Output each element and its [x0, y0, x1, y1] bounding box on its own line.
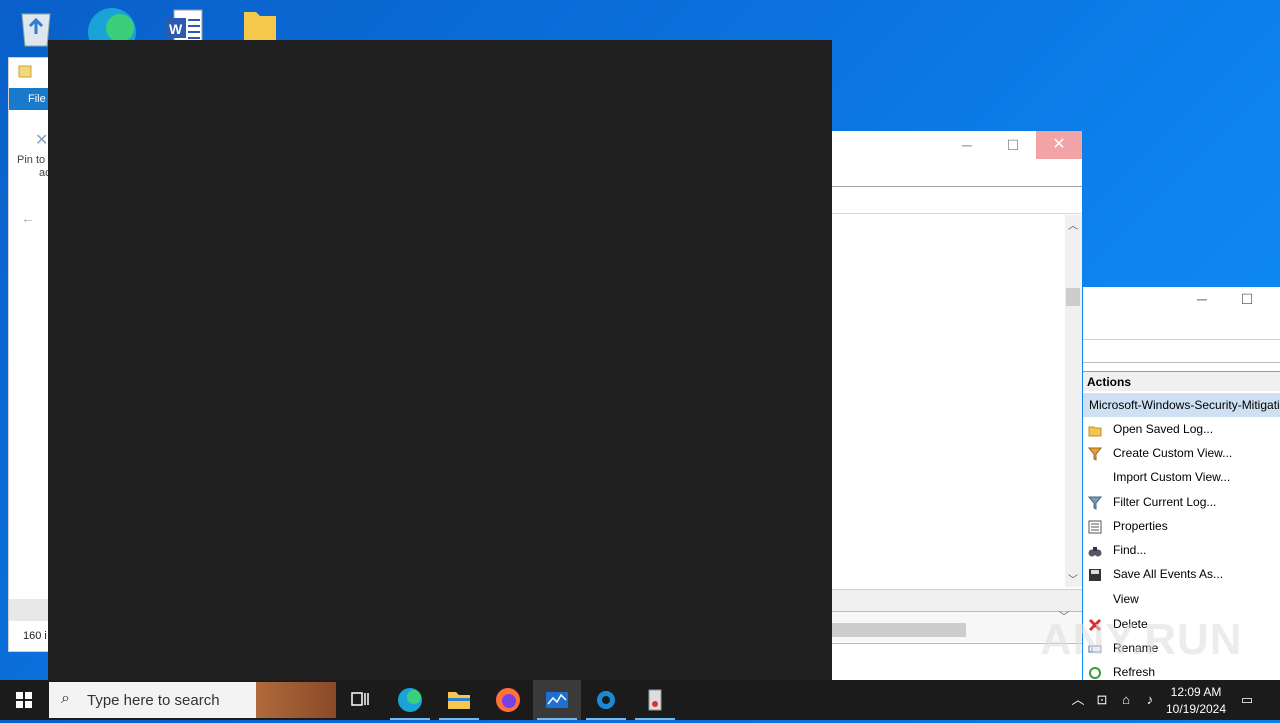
network-icon[interactable]: ⊡	[1094, 692, 1110, 708]
action-filter-current-log[interactable]: Filter Current Log...	[1083, 491, 1280, 513]
taskbar-app-tool[interactable]	[631, 680, 679, 720]
scrollbar-thumb[interactable]	[1066, 288, 1080, 306]
filter-icon	[1087, 495, 1103, 510]
toolbar-divider	[832, 213, 1082, 214]
action-properties[interactable]: Properties	[1083, 515, 1280, 537]
task-view-icon	[351, 692, 369, 706]
maximize-button[interactable]: ☐	[993, 131, 1033, 159]
refresh-icon	[1088, 665, 1102, 679]
edge-icon	[398, 688, 422, 712]
scroll-down-icon[interactable]: ﹀	[1068, 571, 1078, 586]
clock[interactable]: 12:09 AM 10/19/2024	[1163, 684, 1229, 718]
clock-time: 12:09 AM	[1170, 685, 1222, 699]
menu-divider	[1083, 339, 1280, 340]
search-highlight-image	[256, 682, 336, 718]
binoculars-icon	[1088, 543, 1102, 557]
search-icon: ⌕	[61, 690, 70, 707]
back-arrow-icon[interactable]: ←	[21, 210, 35, 226]
taskbar-firefox[interactable]	[484, 680, 532, 720]
clock-date: 10/19/2024	[1165, 702, 1227, 716]
folder-icon	[448, 692, 470, 709]
start-button[interactable]	[0, 680, 48, 720]
scroll-up-icon[interactable]: ︿	[1068, 217, 1078, 232]
taskbar-event-viewer[interactable]	[533, 680, 581, 720]
svg-text:W: W	[169, 21, 183, 37]
save-icon	[1088, 567, 1102, 581]
properties-icon	[1088, 519, 1102, 534]
action-label: Import Custom View...	[1113, 470, 1231, 484]
taskbar-app-gear[interactable]	[582, 680, 630, 720]
action-import-custom-view[interactable]: Import Custom View...	[1083, 466, 1280, 488]
task-view-button[interactable]	[336, 680, 384, 720]
ethernet-icon[interactable]: ⌂	[1118, 692, 1134, 708]
action-create-custom-view[interactable]: Create Custom View...	[1083, 442, 1280, 464]
toolbar-divider	[1083, 362, 1280, 363]
taskbar-file-explorer[interactable]	[435, 680, 483, 720]
volume-icon[interactable]: ♪	[1142, 692, 1158, 708]
watermark-logo: ANY.RUN	[1040, 615, 1243, 664]
event-viewer-icon	[546, 692, 568, 708]
details-bar	[832, 589, 1082, 612]
search-placeholder: Type here to search	[87, 692, 220, 709]
horizontal-scrollbar-thumb[interactable]	[832, 623, 966, 637]
black-window[interactable]	[48, 40, 832, 680]
folder-icon	[18, 64, 32, 78]
pin-icon[interactable]: ✕	[35, 130, 48, 150]
action-label: Create Custom View...	[1113, 446, 1233, 460]
maximize-button[interactable]: ☐	[1232, 291, 1262, 311]
notification-icon[interactable]: ▭	[1239, 692, 1255, 708]
windows-logo-icon	[16, 692, 32, 708]
minimize-button[interactable]: ─	[947, 131, 987, 159]
close-button[interactable]: ✕	[1036, 131, 1082, 159]
minimize-button[interactable]: ─	[1187, 291, 1217, 311]
action-open-saved-log[interactable]: Open Saved Log...	[1083, 418, 1280, 440]
chevron-up-icon[interactable]: ︿	[1070, 692, 1086, 708]
file-tab[interactable]: File	[28, 93, 46, 105]
action-view[interactable]: View	[1083, 588, 1280, 610]
item-count-status: 160 i	[23, 630, 47, 642]
action-label: Filter Current Log...	[1113, 495, 1217, 509]
taskbar: ⌕ Type here to search ︿ ⊡ ⌂ ♪ 12:09 AM 1…	[0, 680, 1280, 720]
action-label: Find...	[1113, 543, 1147, 557]
filter-icon	[1087, 446, 1103, 461]
tool-icon	[648, 689, 662, 711]
action-find[interactable]: Find...	[1083, 539, 1280, 561]
action-label: Save All Events As...	[1113, 567, 1224, 581]
gear-puzzle-icon	[597, 691, 615, 709]
menu-divider	[832, 186, 1082, 187]
taskbar-edge[interactable]	[386, 680, 434, 720]
vertical-scrollbar[interactable]	[1065, 215, 1082, 587]
actions-pane-title: Actions	[1083, 371, 1280, 391]
action-label: View	[1113, 592, 1139, 606]
action-label: Open Saved Log...	[1113, 422, 1214, 436]
taskbar-search-box[interactable]: ⌕ Type here to search	[49, 682, 336, 718]
action-label: Properties	[1113, 519, 1168, 533]
firefox-icon	[496, 688, 520, 712]
selected-log-header[interactable]: Microsoft-Windows-Security-Mitigations	[1083, 393, 1280, 417]
folder-open-icon	[1088, 422, 1102, 437]
action-save-all-events[interactable]: Save All Events As...	[1083, 563, 1280, 585]
event-viewer-window[interactable]: ─ ☐ ✕ ︿ ﹀ ﹀	[832, 131, 1082, 681]
